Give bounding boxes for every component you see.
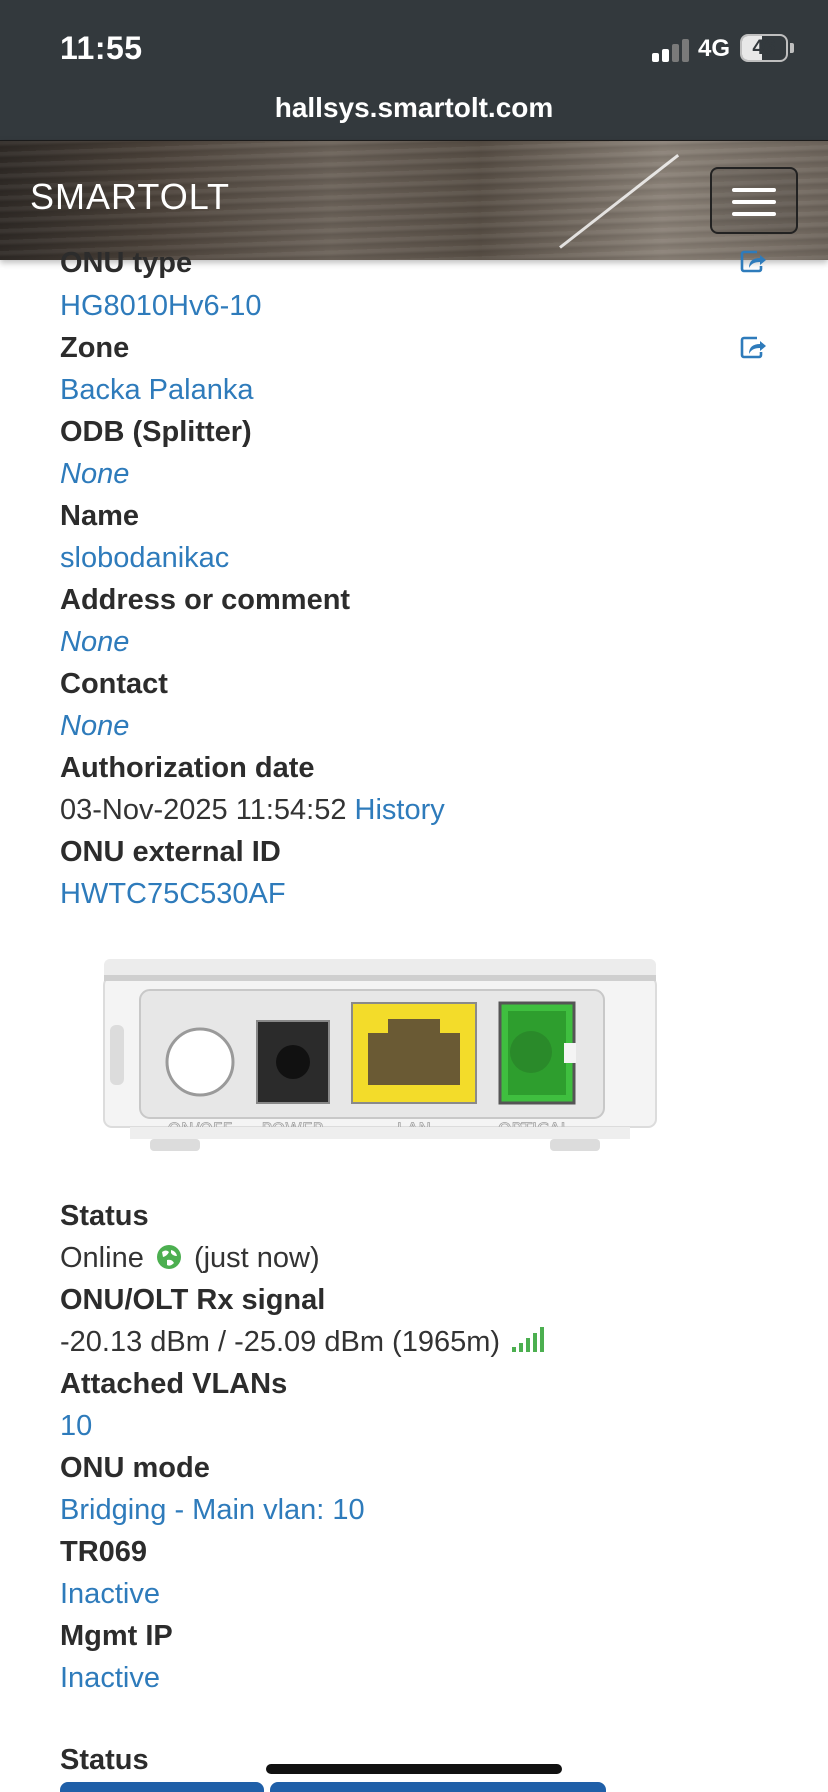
hamburger-icon: [732, 188, 776, 192]
contact-label: Contact: [60, 668, 168, 700]
mgmt-ip-value[interactable]: Inactive: [60, 1662, 160, 1695]
hamburger-icon: [732, 212, 776, 216]
external-id-label: ONU external ID: [60, 836, 281, 868]
status-bar: 11:55 4G 46 hallsys.smartolt.com: [0, 0, 828, 140]
onu-type-label: ONU type: [60, 247, 193, 279]
battery-icon: 46: [740, 34, 788, 62]
auth-date-value: 03-Nov-2025 11:54:52: [60, 794, 347, 826]
auth-date-label: Authorization date: [60, 752, 315, 784]
vlans-value[interactable]: 10: [60, 1410, 92, 1443]
rx-signal-value: -20.13 dBm / -25.09 dBm (1965m): [60, 1326, 501, 1358]
signal-bars-icon: [512, 1327, 545, 1352]
status-label: Status: [60, 1200, 149, 1232]
globe-icon: [156, 1245, 181, 1269]
tr069-value[interactable]: Inactive: [60, 1578, 160, 1611]
name-label: Name: [60, 500, 139, 532]
status-value: Online: [60, 1242, 144, 1274]
zone-value[interactable]: Backa Palanka: [60, 374, 253, 407]
vlans-label: Attached VLANs: [60, 1368, 288, 1400]
zone-label: Zone: [60, 332, 130, 364]
contact-value[interactable]: None: [60, 710, 129, 743]
auth-date-row: 03-Nov-2025 11:54:52 History: [60, 794, 445, 827]
address-label: Address or comment: [60, 584, 351, 616]
external-id-value[interactable]: HWTC75C530AF: [60, 878, 286, 911]
name-value[interactable]: slobodanikac: [60, 542, 229, 575]
brand-logo[interactable]: SMARTOLT: [30, 176, 230, 218]
hamburger-icon: [732, 200, 776, 204]
address-value[interactable]: None: [60, 626, 129, 659]
home-indicator: [266, 1764, 562, 1774]
edit-share-icon[interactable]: [740, 335, 768, 359]
edit-share-icon[interactable]: [740, 249, 768, 273]
onu-type-value[interactable]: HG8010Hv6-10: [60, 290, 262, 323]
bottom-status-heading: Status: [60, 1744, 149, 1776]
hamburger-menu-button[interactable]: [710, 167, 798, 234]
onu-device-image: ON/OFF POWER LAN OPTICAL: [103, 959, 657, 1151]
navbar-decoration: [559, 153, 680, 249]
rx-signal-label: ONU/OLT Rx signal: [60, 1284, 326, 1316]
action-button[interactable]: [60, 1782, 264, 1792]
clock: 11:55: [60, 30, 143, 66]
status-row: Online (just now): [60, 1242, 320, 1275]
onu-mode-label: ONU mode: [60, 1452, 210, 1484]
network-type: 4G: [698, 35, 731, 62]
odb-label: ODB (Splitter): [60, 416, 252, 448]
tr069-label: TR069: [60, 1536, 148, 1568]
history-link[interactable]: History: [355, 794, 445, 826]
cellular-signal-icon: [652, 38, 692, 62]
address-bar[interactable]: hallsys.smartolt.com: [0, 92, 828, 124]
odb-value[interactable]: None: [60, 458, 129, 491]
battery-tip: [790, 43, 794, 53]
onu-mode-value[interactable]: Bridging - Main vlan: 10: [60, 1494, 365, 1527]
mgmt-ip-label: Mgmt IP: [60, 1620, 173, 1652]
battery-level: 46: [752, 36, 776, 59]
rx-signal-row: -20.13 dBm / -25.09 dBm (1965m): [60, 1326, 545, 1359]
status-time: (just now): [193, 1242, 320, 1274]
navbar: SMARTOLT: [0, 140, 828, 260]
action-button[interactable]: [270, 1782, 606, 1792]
